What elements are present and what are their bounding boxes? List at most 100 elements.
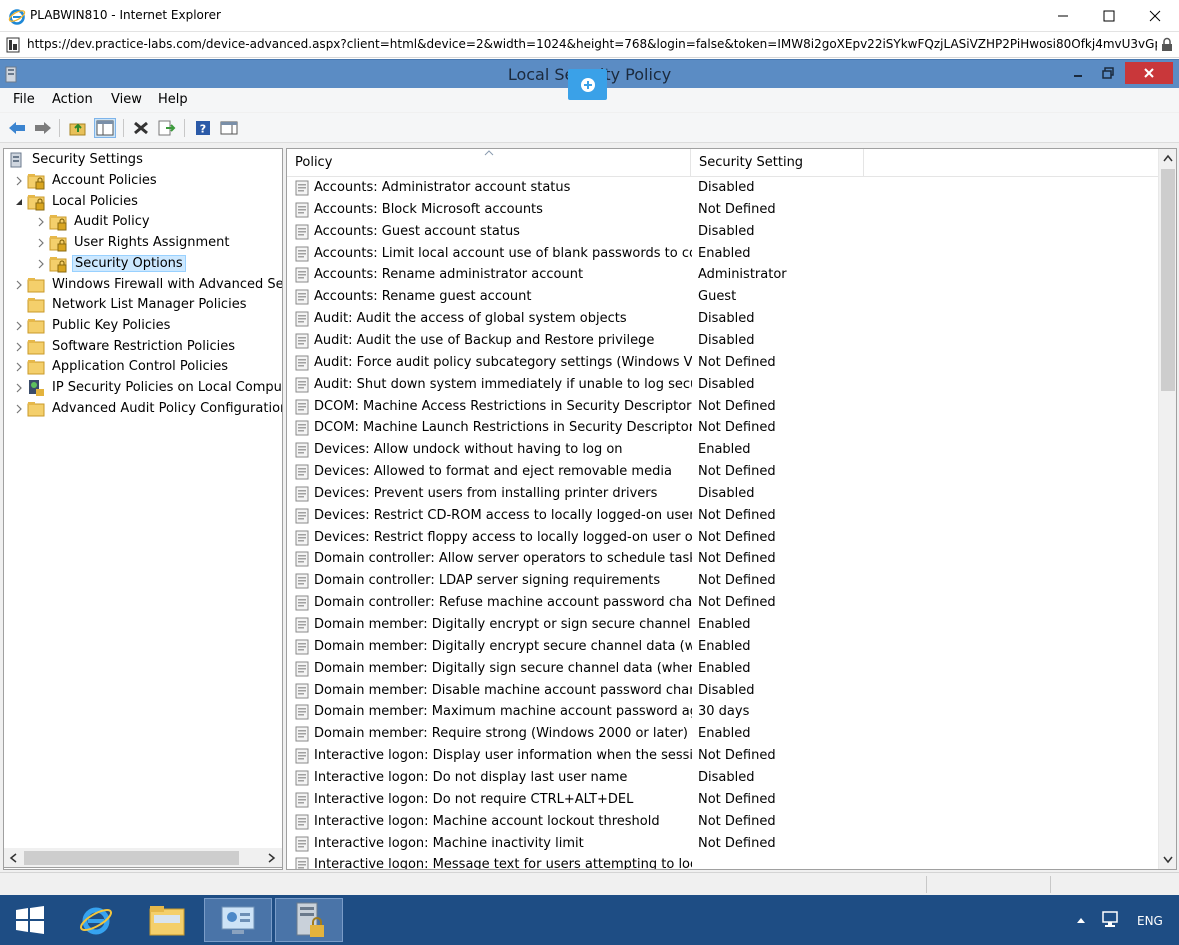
- language-indicator[interactable]: ENG: [1137, 914, 1163, 928]
- expand-arrow-icon[interactable]: [14, 362, 24, 372]
- table-row[interactable]: Devices: Restrict CD-ROM access to local…: [287, 505, 1159, 527]
- console-tree: Security Settings Account Policies Local …: [3, 148, 283, 870]
- tree-label: User Rights Assignment: [74, 235, 230, 251]
- menu-view[interactable]: View: [111, 92, 142, 107]
- mmc-close-button[interactable]: [1125, 62, 1173, 84]
- mmc-minimize-button[interactable]: [1065, 62, 1091, 84]
- table-row[interactable]: Audit: Audit the use of Backup and Resto…: [287, 330, 1159, 352]
- security-setting-value: Enabled: [698, 442, 751, 458]
- expand-arrow-icon[interactable]: [36, 259, 46, 269]
- security-setting-value: Enabled: [698, 617, 751, 632]
- expand-arrow-icon[interactable]: [36, 217, 46, 227]
- table-row[interactable]: Accounts: Rename guest account Guest: [287, 286, 1159, 308]
- browser-title: PLABWIN810 - Internet Explorer: [30, 8, 221, 22]
- minimize-icon: [1058, 15, 1068, 17]
- tree-horizontal-scrollbar[interactable]: [3, 848, 283, 868]
- mmc-restore-button[interactable]: [1095, 62, 1121, 84]
- browser-title-bar: PLABWIN810 - Internet Explorer: [0, 0, 1179, 32]
- table-row[interactable]: Audit: Audit the access of global system…: [287, 308, 1159, 330]
- table-row[interactable]: Interactive logon: Do not display last u…: [287, 767, 1159, 789]
- show-action-pane-button[interactable]: [218, 118, 240, 138]
- tree-label: Security Settings: [32, 152, 143, 167]
- address-bar[interactable]: https://dev.practice-labs.com/device-adv…: [0, 32, 1179, 58]
- menu-action[interactable]: Action: [52, 92, 93, 107]
- policy-icon: [295, 770, 309, 786]
- taskbar-control-panel[interactable]: [204, 898, 272, 942]
- policy-icon: [295, 464, 309, 480]
- help-button[interactable]: ?: [192, 118, 214, 138]
- scroll-right-icon[interactable]: [268, 853, 276, 863]
- table-row[interactable]: Devices: Prevent users from installing p…: [287, 483, 1159, 505]
- table-row[interactable]: Interactive logon: Message text for user…: [287, 854, 1159, 869]
- menu-help[interactable]: Help: [158, 92, 188, 107]
- policy-icon: [295, 377, 309, 393]
- scroll-thumb[interactable]: [1161, 169, 1175, 391]
- back-button[interactable]: [6, 118, 28, 138]
- table-row[interactable]: Devices: Restrict floppy access to local…: [287, 527, 1159, 549]
- scroll-thumb[interactable]: [24, 851, 239, 865]
- scroll-down-icon[interactable]: [1163, 856, 1173, 864]
- expand-arrow-icon[interactable]: [14, 383, 24, 393]
- export-list-button[interactable]: [156, 118, 178, 138]
- table-row[interactable]: DCOM: Machine Launch Restrictions in Sec…: [287, 417, 1159, 439]
- policy-icon: [295, 224, 309, 240]
- locked-folder-icon: [49, 256, 67, 273]
- show-hide-console-tree-button[interactable]: [94, 118, 116, 138]
- start-button[interactable]: [0, 898, 60, 942]
- expand-arrow-icon[interactable]: [14, 342, 24, 352]
- collapse-arrow-icon[interactable]: [14, 197, 24, 207]
- scroll-left-icon[interactable]: [9, 853, 17, 863]
- table-row[interactable]: Interactive logon: Machine account locko…: [287, 811, 1159, 833]
- forward-button[interactable]: [32, 118, 54, 138]
- menu-file[interactable]: File: [13, 92, 35, 107]
- expand-arrow-icon[interactable]: [14, 280, 24, 290]
- table-row[interactable]: Accounts: Guest account status Disabled: [287, 221, 1159, 243]
- taskbar-file-explorer[interactable]: [133, 898, 201, 942]
- table-row[interactable]: Domain controller: Allow server operator…: [287, 548, 1159, 570]
- table-row[interactable]: Accounts: Rename administrator account Ad…: [287, 264, 1159, 286]
- table-row[interactable]: Domain member: Require strong (Windows 2…: [287, 723, 1159, 745]
- delete-button[interactable]: [130, 118, 152, 138]
- table-row[interactable]: Audit: Shut down system immediately if u…: [287, 374, 1159, 396]
- minimize-button[interactable]: [1040, 0, 1086, 32]
- table-row[interactable]: Domain member: Digitally encrypt or sign…: [287, 614, 1159, 636]
- table-row[interactable]: Domain member: Disable machine account p…: [287, 680, 1159, 702]
- table-row[interactable]: Audit: Force audit policy subcategory se…: [287, 352, 1159, 374]
- table-row[interactable]: Domain controller: Refuse machine accoun…: [287, 592, 1159, 614]
- expand-arrow-icon[interactable]: [14, 321, 24, 331]
- lock-icon[interactable]: [1161, 37, 1173, 52]
- list-vertical-scrollbar[interactable]: [1158, 149, 1176, 869]
- expand-arrow-icon[interactable]: [14, 404, 24, 414]
- table-row[interactable]: Interactive logon: Machine inactivity li…: [287, 833, 1159, 855]
- table-row[interactable]: Interactive logon: Display user informat…: [287, 745, 1159, 767]
- remote-session-menu-button[interactable]: [568, 69, 607, 100]
- security-setting-value: Disabled: [698, 376, 755, 392]
- taskbar-internet-explorer[interactable]: [62, 898, 130, 942]
- expand-arrow-icon[interactable]: [36, 238, 46, 248]
- table-row[interactable]: Domain member: Digitally encrypt secure …: [287, 636, 1159, 658]
- show-hidden-icons-icon[interactable]: [1076, 916, 1086, 924]
- table-row[interactable]: Accounts: Administrator account status Di…: [287, 177, 1159, 199]
- policy-name: Accounts: Rename administrator account: [314, 267, 584, 283]
- table-row[interactable]: Interactive logon: Do not require CTRL+A…: [287, 789, 1159, 811]
- scroll-up-icon[interactable]: [1163, 154, 1173, 162]
- taskbar-local-security-policy[interactable]: [275, 898, 343, 942]
- expand-arrow-icon[interactable]: [14, 176, 24, 186]
- maximize-button[interactable]: [1086, 0, 1132, 32]
- table-row[interactable]: Accounts: Block Microsoft accounts Not De…: [287, 199, 1159, 221]
- table-row[interactable]: Domain controller: LDAP server signing r…: [287, 570, 1159, 592]
- table-row[interactable]: Domain member: Digitally sign secure cha…: [287, 658, 1159, 680]
- url-text[interactable]: https://dev.practice-labs.com/device-adv…: [27, 37, 1157, 51]
- table-row[interactable]: Devices: Allowed to format and eject rem…: [287, 461, 1159, 483]
- network-icon[interactable]: [1101, 910, 1121, 930]
- policy-icon: [295, 792, 309, 808]
- up-one-level-button[interactable]: [67, 118, 89, 138]
- table-row[interactable]: DCOM: Machine Access Restrictions in Sec…: [287, 396, 1159, 418]
- policy-name: Domain member: Maximum machine account p…: [314, 704, 692, 720]
- column-security-setting[interactable]: Security Setting: [691, 149, 864, 177]
- table-row[interactable]: Devices: Allow undock without having to …: [287, 439, 1159, 461]
- table-row[interactable]: Domain member: Maximum machine account p…: [287, 701, 1159, 723]
- close-button[interactable]: [1132, 0, 1178, 32]
- policy-icon: [295, 530, 309, 546]
- table-row[interactable]: Accounts: Limit local account use of bla…: [287, 243, 1159, 265]
